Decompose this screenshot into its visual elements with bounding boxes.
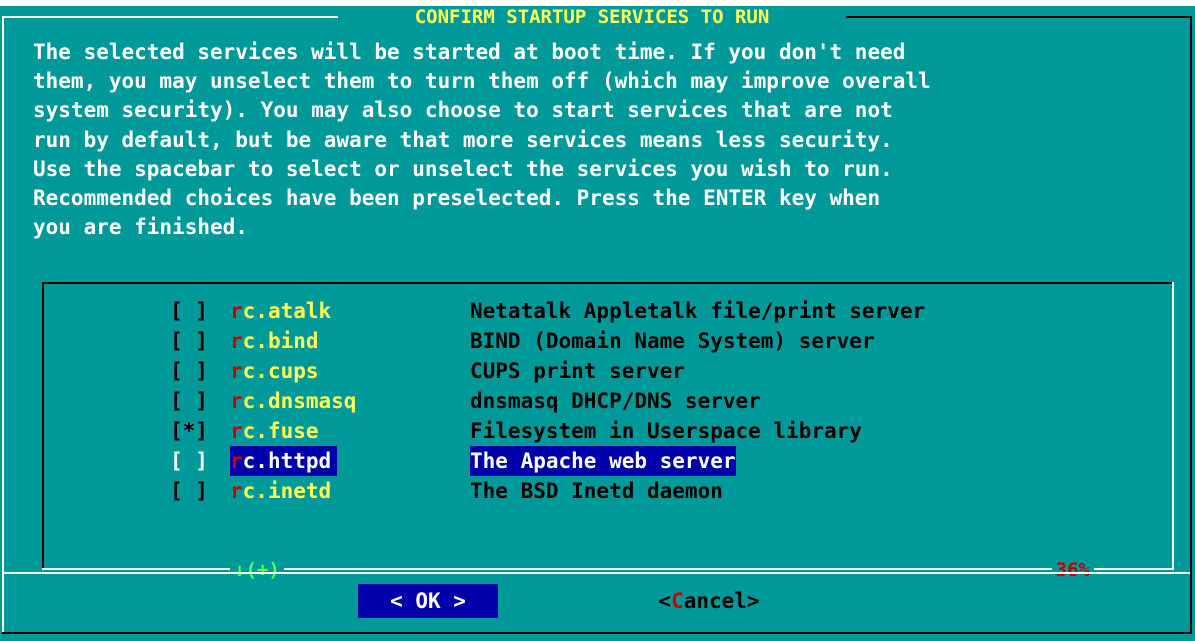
service-name: rc.httpd xyxy=(230,446,338,476)
service-checkbox[interactable]: [ ] xyxy=(170,356,208,386)
service-description: BIND (Domain Name System) server xyxy=(470,329,875,353)
service-name: rc.fuse xyxy=(230,416,319,446)
service-name: rc.atalk xyxy=(230,296,331,326)
startup-services-dialog: CONFIRM STARTUP SERVICES TO RUN The sele… xyxy=(2,6,1192,634)
service-hotkey: r xyxy=(230,419,243,443)
service-name: rc.bind xyxy=(230,326,319,356)
cancel-button[interactable]: <Cancel> xyxy=(634,584,784,618)
dialog-frame-right xyxy=(1190,16,1192,634)
cancel-label-rest: ancel> xyxy=(683,589,760,613)
service-name: rc.inetd xyxy=(230,476,331,506)
ok-button[interactable]: < OK > xyxy=(358,584,498,618)
service-description: Filesystem in Userspace library xyxy=(470,419,862,443)
cancel-hotkey: C xyxy=(671,589,684,613)
service-name-rest: c.atalk xyxy=(242,299,332,323)
dialog-frame-top-left xyxy=(2,16,338,18)
service-checkbox[interactable]: [*] xyxy=(170,416,208,446)
checklist-rows: [ ] rc.atalk Netatalk Appletalk file/pri… xyxy=(42,296,1174,506)
service-item-rc-fuse[interactable]: [*] rc.fuse Filesystem in Userspace libr… xyxy=(42,416,1174,446)
dialog-frame-top-right xyxy=(846,16,1192,18)
service-name: rc.cups xyxy=(230,356,319,386)
service-name-rest: c.inetd xyxy=(242,479,332,503)
service-item-rc-atalk[interactable]: [ ] rc.atalk Netatalk Appletalk file/pri… xyxy=(42,296,1174,326)
service-hotkey: r xyxy=(230,329,243,353)
checklist-border-top xyxy=(42,282,1174,284)
button-bar: < OK > <Cancel> xyxy=(2,584,1192,618)
service-hotkey: r xyxy=(230,359,243,383)
service-item-rc-dnsmasq[interactable]: [ ] rc.dnsmasq dnsmasq DHCP/DNS server xyxy=(42,386,1174,416)
checklist-border-bottom xyxy=(42,568,1174,570)
service-name-rest: c.bind xyxy=(242,329,319,353)
cancel-bracket: < xyxy=(658,589,672,613)
service-item-rc-inetd[interactable]: [ ] rc.inetd The BSD Inetd daemon xyxy=(42,476,1174,506)
service-checkbox[interactable]: [ ] xyxy=(170,446,208,476)
service-name-rest: c.httpd xyxy=(242,449,332,473)
service-description: dnsmasq DHCP/DNS server xyxy=(470,389,761,413)
service-item-rc-cups[interactable]: [ ] rc.cups CUPS print server xyxy=(42,356,1174,386)
service-item-rc-httpd[interactable]: [ ] rc.httpd The Apache web server xyxy=(42,446,1174,476)
service-hotkey: r xyxy=(230,389,243,413)
service-description: Netatalk Appletalk file/print server xyxy=(470,299,926,323)
service-description: The BSD Inetd daemon xyxy=(470,479,723,503)
service-description: The Apache web server xyxy=(470,446,736,476)
service-checkbox[interactable]: [ ] xyxy=(170,476,208,506)
services-checklist[interactable]: [ ] rc.atalk Netatalk Appletalk file/pri… xyxy=(42,282,1174,583)
dialog-frame-left xyxy=(2,16,4,634)
service-name-rest: c.fuse xyxy=(242,419,319,443)
service-hotkey: r xyxy=(230,299,243,323)
service-hotkey: r xyxy=(230,449,243,473)
scroll-down-indicator: ↓(+) xyxy=(230,557,284,583)
service-name: rc.dnsmasq xyxy=(230,386,356,416)
service-checkbox[interactable]: [ ] xyxy=(170,296,208,326)
scroll-percent: 36% xyxy=(1051,557,1094,583)
dialog-description: The selected services will be started at… xyxy=(33,40,931,240)
service-name-rest: c.cups xyxy=(242,359,319,383)
service-hotkey: r xyxy=(230,479,243,503)
dialog-title: CONFIRM STARTUP SERVICES TO RUN xyxy=(414,6,770,28)
dialog-frame-bottom xyxy=(2,632,1192,634)
service-name-rest: c.dnsmasq xyxy=(242,389,357,413)
service-item-rc-bind[interactable]: [ ] rc.bind BIND (Domain Name System) se… xyxy=(42,326,1174,356)
button-separator xyxy=(4,572,1190,574)
service-description: CUPS print server xyxy=(470,359,685,383)
service-checkbox[interactable]: [ ] xyxy=(170,386,208,416)
service-checkbox[interactable]: [ ] xyxy=(170,326,208,356)
